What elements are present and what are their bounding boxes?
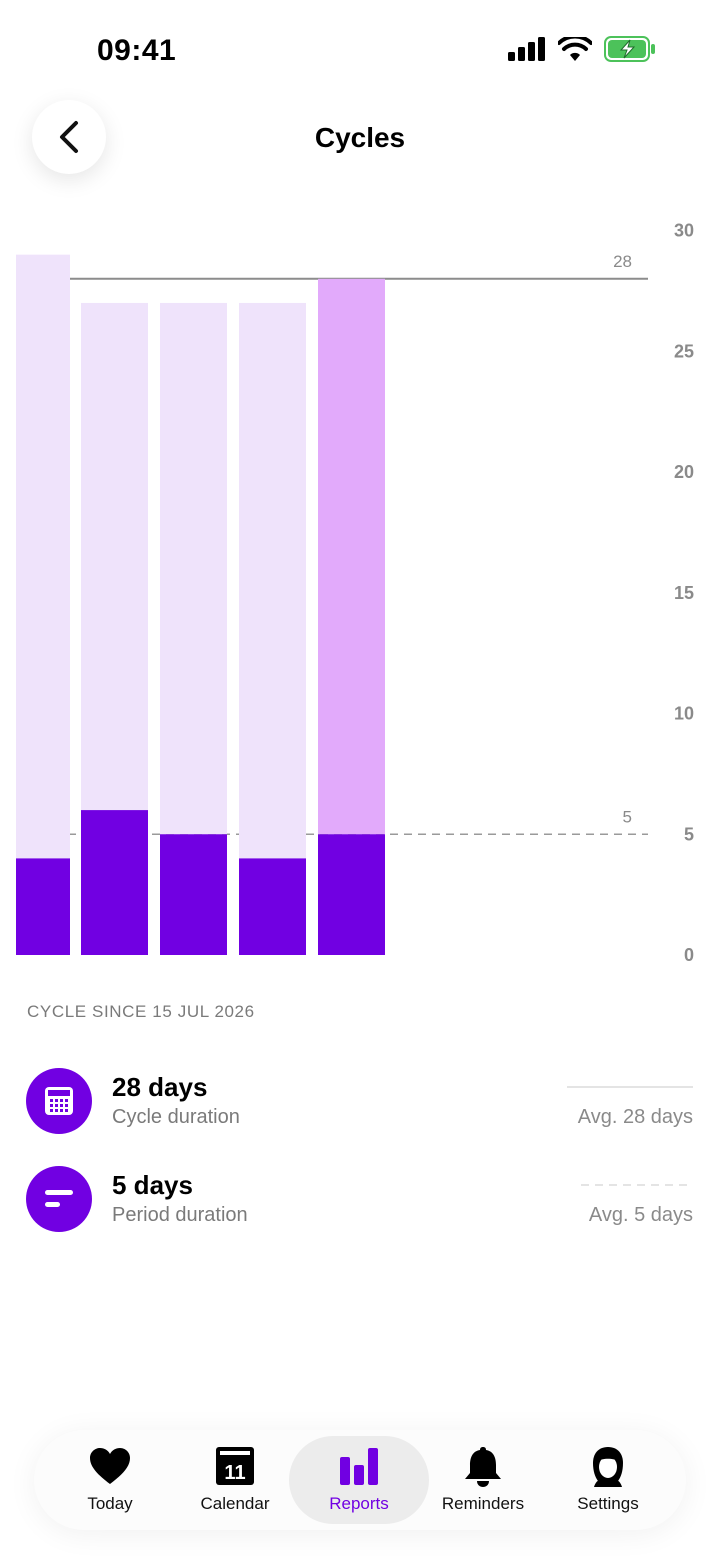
cycle-bar-2 [81,302,148,811]
svg-text:11: 11 [224,1462,245,1484]
tab-reminders-label: Reminders [441,1494,525,1513]
period-duration-value: 5 days [112,1170,193,1200]
status-bar: 09:41 [0,0,720,100]
period-lines-icon [45,1190,73,1207]
y-tick-label-25: 25 [674,341,694,361]
y-tick-label-20: 20 [674,462,694,482]
period-duration-label: Period duration [112,1204,248,1226]
tab-calendar-label: Calendar [200,1494,270,1513]
tab-reports[interactable]: Reports [289,1436,429,1524]
person-icon [593,1447,623,1487]
cycles-chart: 28 5 0 5 10 15 20 25 30 [0,200,720,980]
status-icons [508,36,656,62]
calendar-icon [45,1087,73,1115]
cycle-duration-avg: Avg. 28 days [577,1106,693,1128]
cycle-duration-label: Cycle duration [112,1106,240,1128]
period-bar-2 [81,810,148,955]
tab-today[interactable]: Today [40,1436,180,1524]
tab-settings[interactable]: Settings [538,1436,678,1524]
cellular-signal-icon [508,37,545,61]
tab-reports-label: Reports [329,1494,389,1513]
cycle-duration-row: 28 days Cycle duration Avg. 28 days [0,1068,720,1138]
y-tick-label-0: 0 [684,945,694,965]
tab-reminders[interactable]: Reminders [413,1436,553,1524]
reference-label-5: 5 [623,807,632,826]
tab-calendar[interactable]: 11 Calendar [165,1436,305,1524]
y-tick-label-15: 15 [674,583,694,603]
cycle-duration-icon-badge [26,1068,92,1134]
tab-settings-label: Settings [577,1494,639,1513]
cycle-avg-solid-line [567,1086,693,1088]
period-bar-5 [318,834,385,955]
bell-icon [465,1447,501,1487]
period-duration-avg: Avg. 5 days [588,1204,693,1226]
y-tick-label-10: 10 [674,704,694,724]
bar-chart-icon [340,1448,378,1485]
cycle-bar-3 [160,302,227,835]
cycle-since-label: CYCLE SINCE 15 JUL 2026 [27,1002,255,1021]
period-duration-row: 5 days Period duration Avg. 5 days [0,1166,720,1236]
cycles-bar-chart: 28 5 0 5 10 15 20 25 30 [16,221,694,965]
heart-icon [90,1448,130,1484]
page-title: Cycles [314,122,406,153]
cycle-duration-value: 28 days [112,1072,208,1102]
period-avg-dashed-line [581,1184,693,1186]
wifi-icon [558,37,592,61]
battery-charging-icon [604,36,655,62]
cycle-bar-5 [318,278,385,835]
period-bar-3 [160,834,227,955]
tab-today-label: Today [87,1494,133,1513]
y-tick-label-30: 30 [674,221,694,241]
period-duration-icon-badge [26,1166,92,1232]
period-bar-4 [239,858,306,955]
cycle-bar-4 [239,302,306,859]
tab-bar: Today 11 Calendar Reports Reminders Sett… [34,1430,686,1530]
reference-label-28: 28 [613,252,632,271]
cycle-bar-1 [16,254,70,859]
calendar-day-icon: 11 [216,1447,254,1485]
period-bar-1 [16,858,70,955]
y-tick-label-5: 5 [684,824,694,844]
status-time: 09:41 [97,34,177,67]
